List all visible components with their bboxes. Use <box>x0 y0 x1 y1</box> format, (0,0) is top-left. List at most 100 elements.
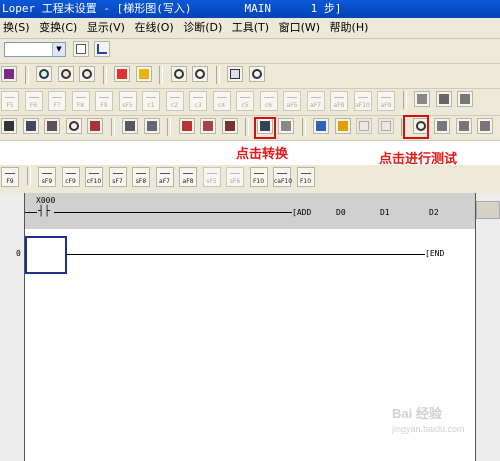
step-run-button[interactable] <box>434 118 450 134</box>
key-c3[interactable]: c3 <box>189 91 207 111</box>
ladder-tool-c-button[interactable] <box>44 118 60 134</box>
key-af7[interactable]: aF7 <box>155 167 174 187</box>
monitor-view-button[interactable] <box>227 66 243 82</box>
key-f9[interactable]: F9 <box>1 167 19 187</box>
operand-d1: D1 <box>380 208 390 217</box>
comment-button[interactable] <box>435 91 452 107</box>
menu-convert-partial[interactable]: 换(S) <box>0 18 33 38</box>
watermark-url: jingyan.baidu.com <box>392 424 465 434</box>
device-list-button[interactable] <box>278 118 294 134</box>
key-f5[interactable]: F5 <box>1 91 19 111</box>
search-device-button[interactable] <box>79 66 95 82</box>
monitor-start-button[interactable] <box>36 66 52 82</box>
program-structure-button[interactable] <box>94 41 110 57</box>
menu-convert[interactable]: 变换(C) <box>36 18 80 38</box>
key-af8[interactable]: aF8 <box>179 167 197 187</box>
key-c5[interactable]: c5 <box>236 91 254 111</box>
zoom-in-button[interactable] <box>170 66 187 82</box>
menu-tools[interactable]: 工具(T) <box>229 18 272 38</box>
parameter-button[interactable] <box>313 118 329 134</box>
contact-symbol[interactable]: ┤├ <box>38 206 50 217</box>
convert-all-button[interactable] <box>356 118 372 134</box>
key-c2[interactable]: c2 <box>165 91 184 111</box>
selected-rung-highlight <box>0 193 475 229</box>
list-used-button[interactable] <box>143 118 160 134</box>
key-f10[interactable]: F10 <box>249 167 268 187</box>
convert-online-button[interactable] <box>377 118 394 134</box>
key-cf9[interactable]: cF9 <box>61 167 80 187</box>
rung-1-wire-right <box>54 212 292 213</box>
chevron-down-icon[interactable]: ▼ <box>52 43 65 56</box>
test-highlight <box>403 115 429 139</box>
cross-ref-button[interactable] <box>122 118 138 134</box>
statement-button[interactable] <box>457 91 473 107</box>
step-number: 0 <box>16 249 21 258</box>
note-edit-button[interactable] <box>221 118 238 134</box>
key-caf10[interactable]: caF10 <box>273 167 292 187</box>
menu-help[interactable]: 帮助(H) <box>327 18 372 38</box>
open-device-button[interactable] <box>72 41 89 57</box>
menu-diagnostics[interactable]: 诊断(D) <box>180 18 225 38</box>
step-skip-button[interactable] <box>455 118 472 134</box>
find-button[interactable] <box>65 118 82 134</box>
operand-d2: D2 <box>429 208 439 217</box>
read-plc-button[interactable] <box>1 66 17 82</box>
ladder-tool-a-button[interactable] <box>1 118 17 134</box>
convert-button[interactable] <box>334 118 351 134</box>
menu-online[interactable]: 在线(O) <box>131 18 176 38</box>
menu-bar: 换(S) 变换(C) 显示(V) 在线(O) 诊断(D) 工具(T) 窗口(W)… <box>0 18 500 39</box>
toolbar-row-1: ▼ <box>0 39 500 64</box>
zoom-out-button[interactable] <box>192 66 208 82</box>
key-af10[interactable]: aF10 <box>353 91 372 111</box>
instruction-end[interactable]: [END <box>425 249 444 258</box>
key-sf9[interactable]: sF9 <box>38 167 56 187</box>
toolbar-row-2 <box>0 64 500 89</box>
key-f6[interactable]: F6 <box>24 91 43 111</box>
test-device-button[interactable] <box>135 66 152 82</box>
toolbar-row-5: F9 sF9 cF9 cF10 sF7 sF8 aF7 aF8 sF5 sF6 … <box>0 165 500 194</box>
comment-edit-button[interactable] <box>178 118 195 134</box>
key-sf8[interactable]: sF8 <box>132 167 150 187</box>
key-af7[interactable]: aF7 <box>306 91 325 111</box>
monitor-search-button[interactable] <box>248 66 265 82</box>
scroll-thumb[interactable] <box>476 201 500 219</box>
window-title: Loper 工程未设置 - [梯形图(写入) MAIN 1 步] <box>0 0 500 18</box>
key-c1[interactable]: c1 <box>142 91 160 111</box>
label-edit-button[interactable] <box>200 118 216 134</box>
key-af8[interactable]: aF8 <box>330 91 348 111</box>
baidu-watermark: Bai 经验 jingyan.baidu.com <box>392 403 465 434</box>
print-button[interactable] <box>414 91 430 107</box>
menu-view[interactable]: 显示(V) <box>84 18 128 38</box>
edit-cursor[interactable] <box>25 236 67 274</box>
key-af5[interactable]: aF5 <box>283 91 301 111</box>
key-sf7[interactable]: sF7 <box>108 167 127 187</box>
key-sf5[interactable]: sF5 <box>118 91 137 111</box>
key-sf6[interactable]: sF6 <box>226 167 244 187</box>
step-number-gutter <box>0 193 24 461</box>
key-f10-alt[interactable]: F10 <box>296 167 315 187</box>
program-select[interactable]: ▼ <box>4 42 66 57</box>
key-f7[interactable]: F7 <box>48 91 66 111</box>
toolbar-row-3: F5 F6 F7 F8 F9 sF5 c1 c2 c3 c4 c5 c6 aF5… <box>0 89 500 116</box>
menu-window[interactable]: 窗口(W) <box>276 18 323 38</box>
watermark-brand: Bai 经验 <box>392 406 442 421</box>
key-cf10[interactable]: cF10 <box>85 167 103 187</box>
key-c4[interactable]: c4 <box>212 91 231 111</box>
vertical-scrollbar[interactable] <box>476 193 500 461</box>
operand-d0: D0 <box>336 208 346 217</box>
instruction-add[interactable]: [ADD <box>292 208 311 217</box>
replace-button[interactable] <box>87 118 103 134</box>
ladder-tool-b-button[interactable] <box>22 118 39 134</box>
left-power-rail <box>24 193 25 461</box>
key-f9[interactable]: F9 <box>95 91 113 111</box>
edit-device-button[interactable] <box>114 66 130 82</box>
rung-1-wire-left <box>25 212 37 213</box>
convert-note: 点击转换 <box>236 147 289 162</box>
step-partial-button[interactable] <box>477 118 493 134</box>
key-af9[interactable]: aF9 <box>377 91 395 111</box>
key-f8[interactable]: F8 <box>71 91 90 111</box>
key-sf5[interactable]: sF5 <box>202 167 221 187</box>
convert-highlight <box>254 117 276 139</box>
key-c6[interactable]: c6 <box>259 91 278 111</box>
monitor-stop-button[interactable] <box>57 66 74 82</box>
